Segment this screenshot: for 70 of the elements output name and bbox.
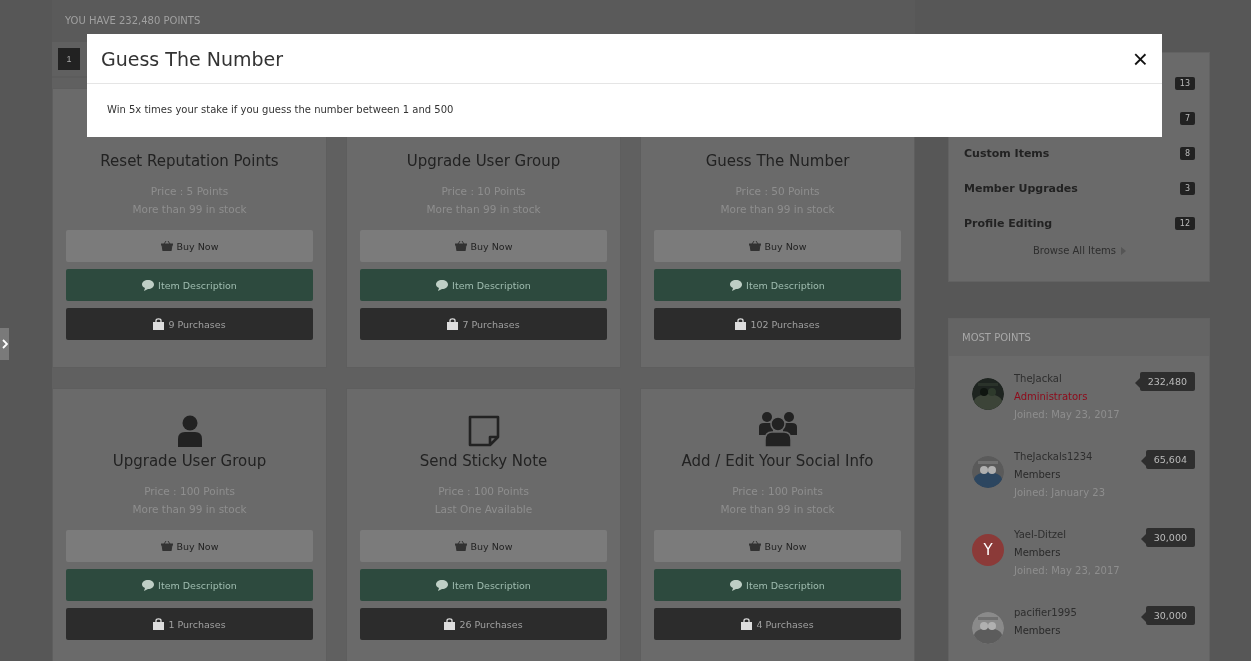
buy-now-button[interactable]: Buy Now: [360, 230, 607, 262]
buy-now-button[interactable]: Buy Now: [66, 230, 313, 262]
users-icon: [758, 411, 797, 447]
basket-icon: [454, 541, 467, 551]
item-title: Upgrade User Group: [406, 151, 561, 172]
category-link[interactable]: Profile Editing: [964, 217, 1053, 230]
item-description-button[interactable]: Item Description: [654, 569, 901, 601]
speech-bubble-icon: [730, 579, 743, 591]
speech-bubble-icon: [436, 279, 449, 291]
buy-now-button[interactable]: Buy Now: [654, 530, 901, 562]
category-link[interactable]: Custom Items: [964, 147, 1050, 160]
item-title: Guess The Number: [705, 151, 850, 172]
item-description-button[interactable]: Item Description: [654, 269, 901, 301]
item-description-button[interactable]: Item Description: [66, 269, 313, 301]
page-button[interactable]: 1: [58, 48, 80, 70]
category-count: 7: [1179, 112, 1195, 125]
item-title: Add / Edit Your Social Info: [681, 451, 874, 472]
modal-text: Win 5x times your stake if you guess the number between 1 and 500: [107, 104, 454, 115]
modal-title: Guess The Number: [101, 47, 283, 70]
speech-bubble-icon: [142, 279, 155, 291]
category-count: 12: [1174, 217, 1195, 230]
chevron-right-icon: [1, 339, 8, 349]
member-name[interactable]: Yael-Ditzel: [1014, 526, 1120, 544]
buy-now-button[interactable]: Buy Now: [360, 530, 607, 562]
basket-icon: [748, 541, 761, 551]
browse-all-link[interactable]: Browse All Items: [1032, 245, 1117, 256]
member-group: Members: [1014, 622, 1077, 640]
purchases-button[interactable]: 26 Purchases: [360, 608, 607, 640]
basket-icon: [160, 241, 173, 251]
item-description-button[interactable]: Item Description: [360, 569, 607, 601]
purchases-button[interactable]: 4 Purchases: [654, 608, 901, 640]
user-icon: [176, 415, 203, 447]
panel-heading: MOST POINTS: [949, 319, 1209, 356]
sticky-note-icon: [467, 415, 500, 447]
shopping-bag-icon: [741, 618, 753, 630]
shopping-bag-icon: [447, 318, 459, 330]
buy-now-button[interactable]: Buy Now: [66, 530, 313, 562]
purchases-button[interactable]: 102 Purchases: [654, 308, 901, 340]
basket-icon: [160, 541, 173, 551]
avatar[interactable]: Y: [972, 534, 1004, 566]
shopping-bag-icon: [444, 618, 456, 630]
item-description-button[interactable]: Item Description: [66, 569, 313, 601]
category-count: 8: [1179, 147, 1195, 160]
item-title: Reset Reputation Points: [100, 151, 279, 172]
member-group: Administrators: [1014, 388, 1120, 406]
speech-bubble-icon: [142, 579, 155, 591]
category-link[interactable]: Member Upgrades: [964, 182, 1078, 195]
shopping-bag-icon: [735, 318, 747, 330]
speech-bubble-icon: [730, 279, 743, 291]
close-button[interactable]: ×: [1132, 45, 1148, 72]
item-title: Send Sticky Note: [419, 451, 548, 472]
sidebar-toggle[interactable]: [0, 328, 9, 360]
member-name[interactable]: pacifier1995: [1014, 604, 1077, 622]
category-count: 13: [1174, 77, 1195, 90]
buy-now-button[interactable]: Buy Now: [654, 230, 901, 262]
basket-icon: [748, 241, 761, 251]
item-title: Upgrade User Group: [112, 451, 267, 472]
purchases-button[interactable]: 9 Purchases: [66, 308, 313, 340]
member-name[interactable]: TheJackals1234: [1014, 448, 1106, 466]
shopping-bag-icon: [153, 318, 165, 330]
basket-icon: [454, 241, 467, 251]
category-count: 3: [1179, 182, 1195, 195]
member-group: Members: [1014, 544, 1120, 562]
purchases-button[interactable]: 7 Purchases: [360, 308, 607, 340]
member-name[interactable]: TheJackal: [1014, 370, 1120, 388]
purchases-button[interactable]: 1 Purchases: [66, 608, 313, 640]
member-group: Members: [1014, 466, 1106, 484]
shopping-bag-icon: [153, 618, 165, 630]
item-description-button[interactable]: Item Description: [360, 269, 607, 301]
speech-bubble-icon: [436, 579, 449, 591]
